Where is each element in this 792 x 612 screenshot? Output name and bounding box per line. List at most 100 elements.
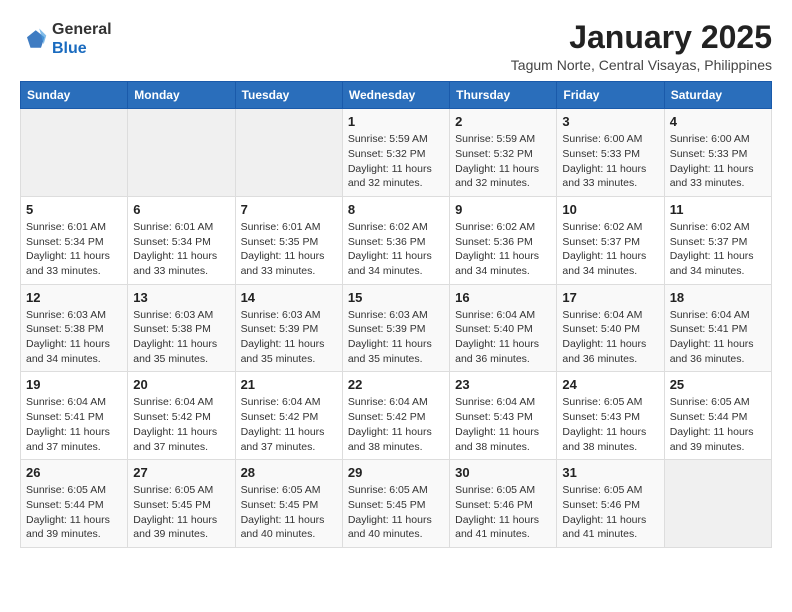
day-number: 19 [26, 377, 122, 392]
day-info: Sunrise: 6:03 AM Sunset: 5:38 PM Dayligh… [133, 308, 229, 367]
day-cell: 6Sunrise: 6:01 AM Sunset: 5:34 PM Daylig… [128, 196, 235, 284]
day-number: 18 [670, 290, 766, 305]
day-number: 21 [241, 377, 337, 392]
day-cell: 12 Sunrise: 6:03 AM Sunset: 5:38 PM Dayli… [21, 284, 128, 372]
day-number: 24 [562, 377, 658, 392]
day-cell: 25Sunrise: 6:05 AM Sunset: 5:44 PM Dayli… [664, 372, 771, 460]
week-row-1: 1 Sunrise: 5:59 AM Sunset: 5:32 PM Daylig… [21, 109, 772, 197]
day-info: Sunrise: 6:02 AM Sunset: 5:36 PM Dayligh… [455, 220, 551, 279]
day-cell: 26Sunrise: 6:05 AM Sunset: 5:44 PM Dayli… [21, 460, 128, 548]
day-cell: 22 Sunrise: 6:04 AM Sunset: 5:42 PM Dayli… [342, 372, 449, 460]
day-number: 26 [26, 465, 122, 480]
day-cell: 10 Sunrise: 6:02 AM Sunset: 5:37 PM Dayli… [557, 196, 664, 284]
header-friday: Friday [557, 82, 664, 109]
header-tuesday: Tuesday [235, 82, 342, 109]
header-wednesday: Wednesday [342, 82, 449, 109]
day-cell [235, 109, 342, 197]
logo-icon [20, 25, 48, 53]
day-cell: 5 Sunrise: 6:01 AM Sunset: 5:34 PM Daylig… [21, 196, 128, 284]
day-cell: 16Sunrise: 6:04 AM Sunset: 5:40 PM Dayli… [450, 284, 557, 372]
day-info: Sunrise: 6:02 AM Sunset: 5:37 PM Dayligh… [562, 220, 658, 279]
day-info: Sunrise: 6:04 AM Sunset: 5:40 PM Dayligh… [455, 308, 551, 367]
day-info: Sunrise: 6:03 AM Sunset: 5:39 PM Dayligh… [241, 308, 337, 367]
week-row-4: 19 Sunrise: 6:04 AM Sunset: 5:41 PM Dayli… [21, 372, 772, 460]
day-number: 1 [348, 114, 444, 129]
day-info: Sunrise: 6:03 AM Sunset: 5:38 PM Dayligh… [26, 308, 122, 367]
day-info: Sunrise: 6:05 AM Sunset: 5:45 PM Dayligh… [133, 483, 229, 542]
day-cell: 9 Sunrise: 6:02 AM Sunset: 5:36 PM Daylig… [450, 196, 557, 284]
day-info: Sunrise: 6:00 AM Sunset: 5:33 PM Dayligh… [562, 132, 658, 191]
day-cell [21, 109, 128, 197]
calendar-table: Sunday Monday Tuesday Wednesday Thursday… [20, 81, 772, 548]
day-number: 30 [455, 465, 551, 480]
header: General Blue January 2025 Tagum Norte, C… [20, 20, 772, 73]
day-cell: 8Sunrise: 6:02 AM Sunset: 5:36 PM Daylig… [342, 196, 449, 284]
header-row: Sunday Monday Tuesday Wednesday Thursday… [21, 82, 772, 109]
day-number: 20 [133, 377, 229, 392]
day-info: Sunrise: 6:01 AM Sunset: 5:34 PM Dayligh… [26, 220, 122, 279]
day-info: Sunrise: 6:04 AM Sunset: 5:40 PM Dayligh… [562, 308, 658, 367]
day-number: 14 [241, 290, 337, 305]
day-number: 8 [348, 202, 444, 217]
day-cell: 3 Sunrise: 6:00 AM Sunset: 5:33 PM Daylig… [557, 109, 664, 197]
day-cell: 18 Sunrise: 6:04 AM Sunset: 5:41 PM Dayli… [664, 284, 771, 372]
day-cell [664, 460, 771, 548]
day-info: Sunrise: 5:59 AM Sunset: 5:32 PM Dayligh… [348, 132, 444, 191]
day-number: 11 [670, 202, 766, 217]
day-info: Sunrise: 6:04 AM Sunset: 5:41 PM Dayligh… [26, 395, 122, 454]
day-cell: 7Sunrise: 6:01 AM Sunset: 5:35 PM Daylig… [235, 196, 342, 284]
day-number: 3 [562, 114, 658, 129]
month-title: January 2025 [511, 20, 772, 55]
day-number: 23 [455, 377, 551, 392]
day-info: Sunrise: 6:04 AM Sunset: 5:42 PM Dayligh… [241, 395, 337, 454]
day-info: Sunrise: 5:59 AM Sunset: 5:32 PM Dayligh… [455, 132, 551, 191]
day-number: 10 [562, 202, 658, 217]
day-number: 12 [26, 290, 122, 305]
day-cell: 23 Sunrise: 6:04 AM Sunset: 5:43 PM Dayli… [450, 372, 557, 460]
day-info: Sunrise: 6:05 AM Sunset: 5:45 PM Dayligh… [241, 483, 337, 542]
day-number: 7 [241, 202, 337, 217]
day-number: 2 [455, 114, 551, 129]
day-cell: 2 Sunrise: 5:59 AM Sunset: 5:32 PM Daylig… [450, 109, 557, 197]
day-info: Sunrise: 6:05 AM Sunset: 5:44 PM Dayligh… [670, 395, 766, 454]
day-info: Sunrise: 6:04 AM Sunset: 5:41 PM Dayligh… [670, 308, 766, 367]
header-saturday: Saturday [664, 82, 771, 109]
day-number: 29 [348, 465, 444, 480]
day-number: 6 [133, 202, 229, 217]
location-subtitle: Tagum Norte, Central Visayas, Philippine… [511, 57, 772, 73]
header-sunday: Sunday [21, 82, 128, 109]
day-number: 4 [670, 114, 766, 129]
day-info: Sunrise: 6:05 AM Sunset: 5:43 PM Dayligh… [562, 395, 658, 454]
week-row-2: 5 Sunrise: 6:01 AM Sunset: 5:34 PM Daylig… [21, 196, 772, 284]
day-number: 17 [562, 290, 658, 305]
day-cell: 15Sunrise: 6:03 AM Sunset: 5:39 PM Dayli… [342, 284, 449, 372]
day-cell: 20 Sunrise: 6:04 AM Sunset: 5:42 PM Dayli… [128, 372, 235, 460]
day-info: Sunrise: 6:04 AM Sunset: 5:42 PM Dayligh… [133, 395, 229, 454]
logo-blue: Blue [52, 40, 87, 57]
day-cell: 17 Sunrise: 6:04 AM Sunset: 5:40 PM Dayli… [557, 284, 664, 372]
day-info: Sunrise: 6:04 AM Sunset: 5:42 PM Dayligh… [348, 395, 444, 454]
day-info: Sunrise: 6:05 AM Sunset: 5:46 PM Dayligh… [562, 483, 658, 542]
day-number: 27 [133, 465, 229, 480]
day-number: 28 [241, 465, 337, 480]
day-cell: 28 Sunrise: 6:05 AM Sunset: 5:45 PM Dayli… [235, 460, 342, 548]
day-cell: 27 Sunrise: 6:05 AM Sunset: 5:45 PM Dayli… [128, 460, 235, 548]
header-monday: Monday [128, 82, 235, 109]
header-thursday: Thursday [450, 82, 557, 109]
day-cell: 29 Sunrise: 6:05 AM Sunset: 5:45 PM Dayli… [342, 460, 449, 548]
day-info: Sunrise: 6:04 AM Sunset: 5:43 PM Dayligh… [455, 395, 551, 454]
calendar-page: General Blue January 2025 Tagum Norte, C… [0, 0, 792, 558]
day-number: 5 [26, 202, 122, 217]
day-number: 31 [562, 465, 658, 480]
day-cell: 13Sunrise: 6:03 AM Sunset: 5:38 PM Dayli… [128, 284, 235, 372]
logo-general: General [52, 21, 112, 38]
week-row-5: 26Sunrise: 6:05 AM Sunset: 5:44 PM Dayli… [21, 460, 772, 548]
week-row-3: 12 Sunrise: 6:03 AM Sunset: 5:38 PM Dayli… [21, 284, 772, 372]
day-info: Sunrise: 6:05 AM Sunset: 5:45 PM Dayligh… [348, 483, 444, 542]
title-block: January 2025 Tagum Norte, Central Visaya… [511, 20, 772, 73]
day-cell: 1 Sunrise: 5:59 AM Sunset: 5:32 PM Daylig… [342, 109, 449, 197]
logo-text: General Blue [52, 20, 112, 58]
day-number: 22 [348, 377, 444, 392]
day-number: 9 [455, 202, 551, 217]
day-number: 15 [348, 290, 444, 305]
